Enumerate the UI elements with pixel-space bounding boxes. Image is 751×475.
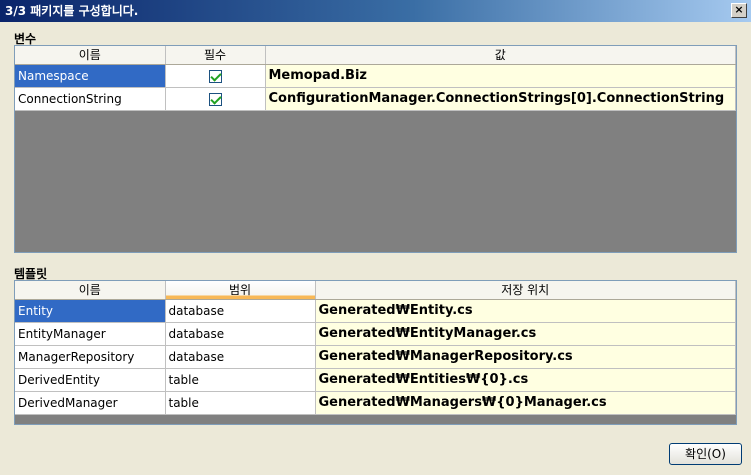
template-scope-cell[interactable]: table — [165, 368, 316, 392]
title-bar: 3/3 패키지를 구성합니다. × — [0, 0, 751, 22]
template-name-cell[interactable]: EntityManager — [15, 322, 166, 346]
ok-button[interactable]: 확인(O) — [669, 443, 742, 465]
variables-header-row: 이름 필수 값 — [15, 46, 736, 65]
template-location-cell[interactable]: Generated₩Entities₩{0}.cs — [315, 368, 736, 392]
column-header-required[interactable]: 필수 — [165, 46, 266, 65]
checkbox-checked-icon[interactable] — [208, 69, 222, 83]
template-name-cell[interactable]: DerivedEntity — [15, 368, 166, 392]
template-name-cell[interactable]: ManagerRepository — [15, 345, 166, 369]
template-location-cell[interactable]: Generated₩ManagerRepository.cs — [315, 345, 736, 369]
table-row[interactable]: Entity database Generated₩Entity.cs — [15, 299, 736, 323]
template-location-cell[interactable]: Generated₩Managers₩{0}Manager.cs — [315, 391, 736, 415]
variable-name-cell[interactable]: ConnectionString — [15, 87, 166, 111]
template-scope-cell[interactable]: database — [165, 299, 316, 323]
templates-header-row: 이름 범위 저장 위치 — [15, 281, 736, 300]
templates-grid[interactable]: 이름 범위 저장 위치 Entity database Generated₩En… — [14, 280, 737, 425]
variable-value-cell[interactable]: Memopad.Biz — [265, 64, 736, 88]
required-cell[interactable] — [165, 87, 266, 111]
table-row[interactable]: EntityManager database Generated₩EntityM… — [15, 322, 736, 346]
column-header-value[interactable]: 값 — [265, 46, 736, 65]
variable-value-cell[interactable]: ConfigurationManager.ConnectionStrings[0… — [265, 87, 736, 111]
table-row[interactable]: ManagerRepository database Generated₩Man… — [15, 345, 736, 369]
column-header-scope[interactable]: 범위 — [165, 281, 316, 300]
template-location-cell[interactable]: Generated₩Entity.cs — [315, 299, 736, 323]
template-scope-cell[interactable]: table — [165, 391, 316, 415]
template-scope-cell[interactable]: database — [165, 322, 316, 346]
close-icon: × — [734, 3, 744, 16]
table-row[interactable]: ConnectionString ConfigurationManager.Co… — [15, 87, 736, 111]
table-row[interactable]: DerivedEntity table Generated₩Entities₩{… — [15, 368, 736, 392]
template-scope-cell[interactable]: database — [165, 345, 316, 369]
variable-name-cell[interactable]: Namespace — [15, 64, 166, 88]
template-location-cell[interactable]: Generated₩EntityManager.cs — [315, 322, 736, 346]
column-header-name[interactable]: 이름 — [15, 281, 166, 300]
table-row[interactable]: Namespace Memopad.Biz — [15, 64, 736, 88]
column-header-name[interactable]: 이름 — [15, 46, 166, 65]
table-row[interactable]: DerivedManager table Generated₩Managers₩… — [15, 391, 736, 415]
template-name-cell[interactable]: Entity — [15, 299, 166, 323]
variables-grid[interactable]: 이름 필수 값 Namespace Memopad.Biz Connection… — [14, 45, 737, 253]
template-name-cell[interactable]: DerivedManager — [15, 391, 166, 415]
required-cell[interactable] — [165, 64, 266, 88]
column-header-location[interactable]: 저장 위치 — [315, 281, 736, 300]
checkbox-checked-icon[interactable] — [208, 92, 222, 106]
window-title: 3/3 패키지를 구성합니다. — [5, 4, 139, 18]
close-button[interactable]: × — [731, 3, 747, 18]
